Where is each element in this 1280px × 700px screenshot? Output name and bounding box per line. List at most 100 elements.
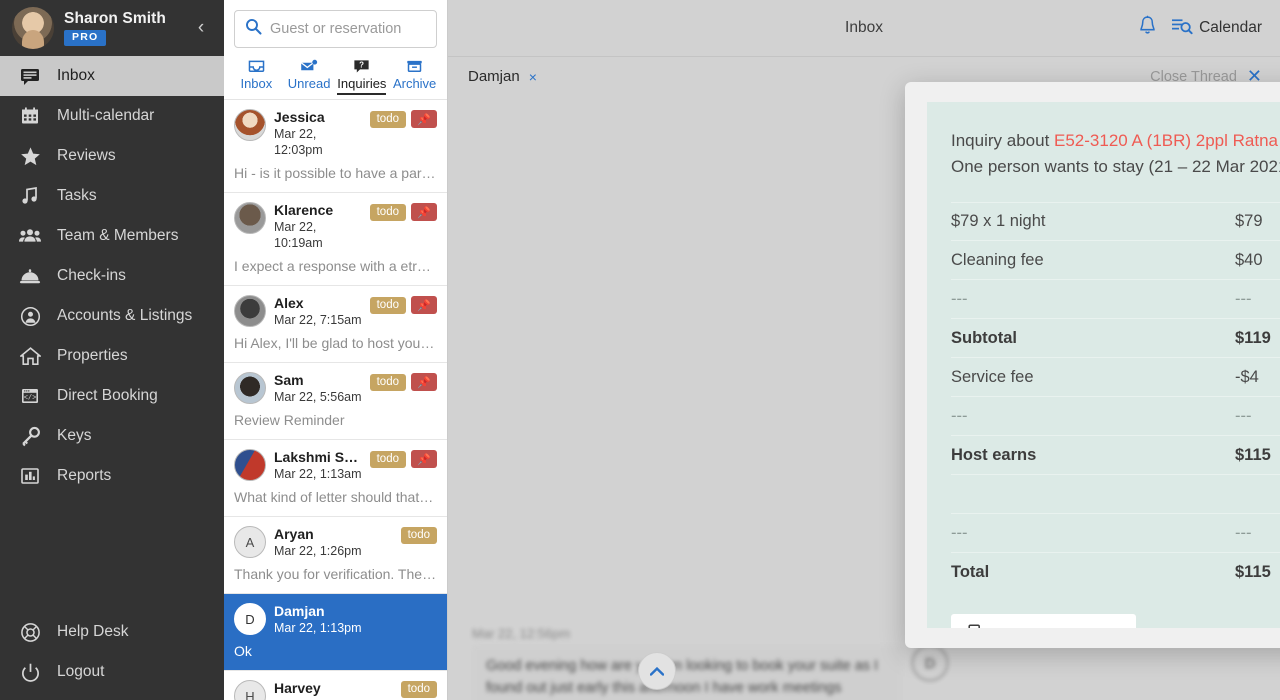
list-item[interactable]: Jessica Mar 22, 12:03pm todo 📌 Hi - is i… (224, 100, 447, 193)
stay-line: One person wants to stay (21 – 22 Mar 20… (951, 157, 1280, 176)
status-badge[interactable]: todo (400, 681, 437, 698)
list-item-snippet: Ok (234, 643, 252, 659)
pin-icon[interactable]: 📌 (411, 203, 437, 221)
calendar-button[interactable]: Calendar (1171, 17, 1262, 40)
row-value: $79 (1235, 212, 1263, 230)
list-item-badges: todo 📌 (369, 449, 437, 468)
sidebar-item-reviews[interactable]: Reviews (0, 136, 224, 176)
home-icon (18, 344, 42, 368)
tab-inquiries[interactable]: ? Inquiries (336, 56, 389, 99)
sidebar-item-label: Check-ins (57, 267, 126, 284)
calendar-label: Calendar (1199, 19, 1262, 36)
sidebar-item-label: Keys (57, 427, 92, 444)
pro-badge: PRO (64, 30, 107, 46)
sidebar-item-keys[interactable]: Keys (0, 416, 224, 456)
sidebar-item-logout[interactable]: Logout (0, 652, 224, 692)
row-value: --- (1235, 523, 1252, 542)
close-icon[interactable]: × (529, 69, 537, 85)
svg-text:</>: </> (24, 395, 37, 403)
table-row: --- --- (951, 280, 1280, 319)
sidebar-item-check-ins[interactable]: Check-ins (0, 256, 224, 296)
sidebar-item-tasks[interactable]: Tasks (0, 176, 224, 216)
scroll-up-button[interactable] (638, 652, 676, 690)
avatar-initial: A (245, 534, 255, 550)
tab-inbox[interactable]: Inbox (230, 56, 283, 99)
avatar (234, 295, 266, 327)
sidebar-item-team-members[interactable]: Team & Members (0, 216, 224, 256)
message-list[interactable]: Jessica Mar 22, 12:03pm todo 📌 Hi - is i… (224, 99, 447, 700)
sidebar-nav: Inbox Multi-calendar Reviews Tasks Team … (0, 56, 224, 612)
table-row: --- --- (951, 397, 1280, 436)
sidebar-item-label: Reviews (57, 147, 116, 164)
star-icon (18, 144, 42, 168)
list-item-badges: todo 📌 (369, 202, 437, 221)
tab-unread[interactable]: Unread (283, 56, 336, 99)
bell-icon[interactable] (1138, 15, 1157, 41)
avatar-initial: H (245, 688, 255, 700)
sidebar-item-direct-booking[interactable]: </> Direct Booking (0, 376, 224, 416)
list-item[interactable]: A Aryan Mar 22, 1:26pm todo Thank you fo… (224, 517, 447, 594)
chevron-up-icon (650, 666, 664, 676)
thread-tab-damjan[interactable]: Damjan × (468, 68, 537, 85)
pin-icon[interactable]: 📌 (411, 450, 437, 468)
sidebar-user-text: Sharon Smith PRO (64, 10, 178, 46)
tab-label: Inbox (240, 76, 273, 91)
avatar: H (234, 680, 266, 700)
sidebar-item-inbox[interactable]: Inbox (0, 56, 224, 96)
status-badge[interactable]: todo (369, 373, 406, 391)
archive-box-icon (406, 58, 423, 74)
sidebar-item-label: Properties (57, 347, 128, 364)
list-item-name: Jessica (274, 109, 325, 125)
sidebar-item-label: Inbox (57, 67, 95, 84)
message-row: Good evening how are you I'm looking to … (448, 645, 1280, 700)
list-item[interactable]: H Harvey Mar 12, 10:49am todo Hi Harvey,… (224, 671, 447, 700)
browser-code-icon: </> (18, 384, 42, 408)
table-row (951, 475, 1280, 514)
list-item-header: Sam Mar 22, 5:56am todo 📌 (234, 372, 437, 405)
app-root: Sharon Smith PRO ‹ Inbox Multi-calendar (0, 0, 1280, 700)
tasks-icon (18, 184, 42, 208)
key-icon (18, 424, 42, 448)
sidebar-item-multi-calendar[interactable]: Multi-calendar (0, 96, 224, 136)
sidebar-item-properties[interactable]: Properties (0, 336, 224, 376)
list-item[interactable]: Sam Mar 22, 5:56am todo 📌 Review Reminde… (224, 363, 447, 440)
list-item[interactable]: D Damjan Mar 22, 1:13pm Ok (224, 594, 447, 671)
sidebar-item-accounts-listings[interactable]: Accounts & Listings (0, 296, 224, 336)
inquiry-quote-modal: Inquiry about E52-3120 A (1BR) 2ppl Ratn… (905, 82, 1280, 648)
table-row: Subtotal $119 (951, 319, 1280, 358)
message-bubble: Good evening how are you I'm looking to … (472, 645, 902, 700)
copy-to-clipboard-button[interactable]: Copy to Clipboard (951, 614, 1137, 628)
list-item[interactable]: Alex Mar 22, 7:15am todo 📌 Hi Alex, I'll… (224, 286, 447, 363)
tab-archive[interactable]: Archive (388, 56, 441, 99)
status-badge[interactable]: todo (369, 296, 406, 314)
tab-label: Inquiries (337, 76, 387, 95)
account-circle-icon (18, 304, 42, 328)
tab-label: Unread (287, 76, 331, 91)
avatar (12, 7, 54, 49)
status-badge[interactable]: todo (369, 110, 406, 128)
search-input[interactable]: Guest or reservation (234, 10, 437, 48)
pin-icon[interactable]: 📌 (411, 110, 437, 128)
list-item-date: Mar 22, 7:15am (274, 313, 362, 327)
list-item-date: Mar 22, 1:13am (274, 467, 362, 481)
list-item[interactable]: Klarence Mar 22, 10:19am todo 📌 I expect… (224, 193, 447, 286)
table-row: $79 x 1 night $79 (951, 202, 1280, 241)
sidebar-item-reports[interactable]: Reports (0, 456, 224, 496)
row-label: Host earns (951, 445, 1037, 464)
status-badge[interactable]: todo (369, 203, 406, 221)
sidebar-item-label: Help Desk (57, 623, 129, 640)
status-badge[interactable]: todo (369, 450, 406, 468)
row-label: Subtotal (951, 328, 1017, 347)
pin-icon[interactable]: 📌 (411, 373, 437, 391)
sidebar-item-help-desk[interactable]: Help Desk (0, 612, 224, 652)
list-item[interactable]: Lakshmi Sowja… Mar 22, 1:13am todo 📌 Wha… (224, 440, 447, 517)
avatar: D (234, 603, 266, 635)
sidebar-collapse-button[interactable]: ‹ (188, 13, 214, 43)
row-label: Service fee (951, 367, 1034, 386)
thread-tab-label: Damjan (468, 68, 520, 85)
row-value: --- (1235, 406, 1252, 425)
table-row: Total $115 (951, 553, 1280, 592)
sidebar-user-profile[interactable]: Sharon Smith PRO ‹ (0, 0, 224, 56)
status-badge[interactable]: todo (400, 527, 437, 544)
pin-icon[interactable]: 📌 (411, 296, 437, 314)
